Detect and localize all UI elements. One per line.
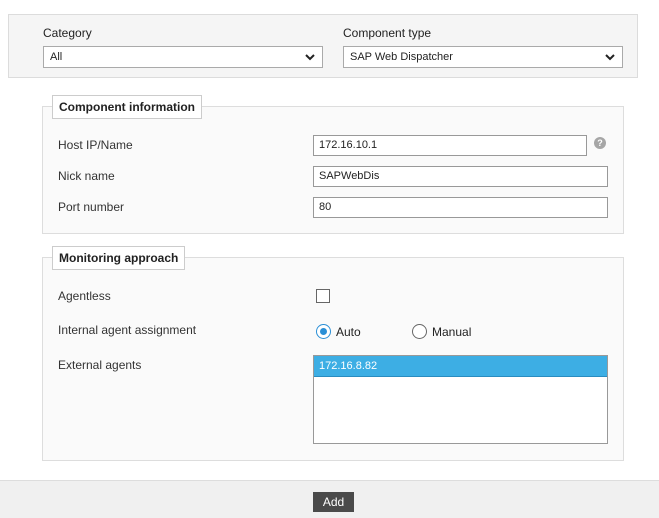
assignment-manual-label[interactable]: Manual [432, 325, 471, 339]
category-select-value: All [50, 51, 63, 63]
chevron-down-icon [604, 52, 616, 62]
host-input[interactable]: 172.16.10.1 [313, 135, 587, 156]
list-item[interactable]: 172.16.8.82 [314, 356, 607, 377]
host-label: Host IP/Name [58, 138, 133, 152]
add-button[interactable]: Add [313, 492, 354, 512]
external-agents-listbox[interactable]: 172.16.8.82 [313, 355, 608, 444]
agent-assignment-label: Internal agent assignment [58, 323, 197, 337]
category-label: Category [43, 26, 92, 40]
agentless-checkbox[interactable] [316, 289, 330, 303]
component-type-label: Component type [343, 26, 432, 40]
port-number-input[interactable]: 80 [313, 197, 608, 218]
component-type-select-value: SAP Web Dispatcher [350, 51, 453, 63]
nick-name-label: Nick name [58, 169, 115, 183]
assignment-auto-radio[interactable] [316, 324, 331, 339]
assignment-auto-label[interactable]: Auto [336, 325, 361, 339]
help-icon[interactable]: ? [594, 137, 606, 149]
component-type-select[interactable]: SAP Web Dispatcher [343, 46, 623, 68]
agentless-label: Agentless [58, 289, 111, 303]
chevron-down-icon [304, 52, 316, 62]
category-select[interactable]: All [43, 46, 323, 68]
assignment-manual-radio[interactable] [412, 324, 427, 339]
component-info-legend: Component information [52, 95, 202, 119]
monitoring-legend: Monitoring approach [52, 246, 186, 270]
port-number-label: Port number [58, 200, 125, 214]
external-agents-label: External agents [58, 358, 142, 372]
nick-name-input[interactable]: SAPWebDis [313, 166, 608, 187]
